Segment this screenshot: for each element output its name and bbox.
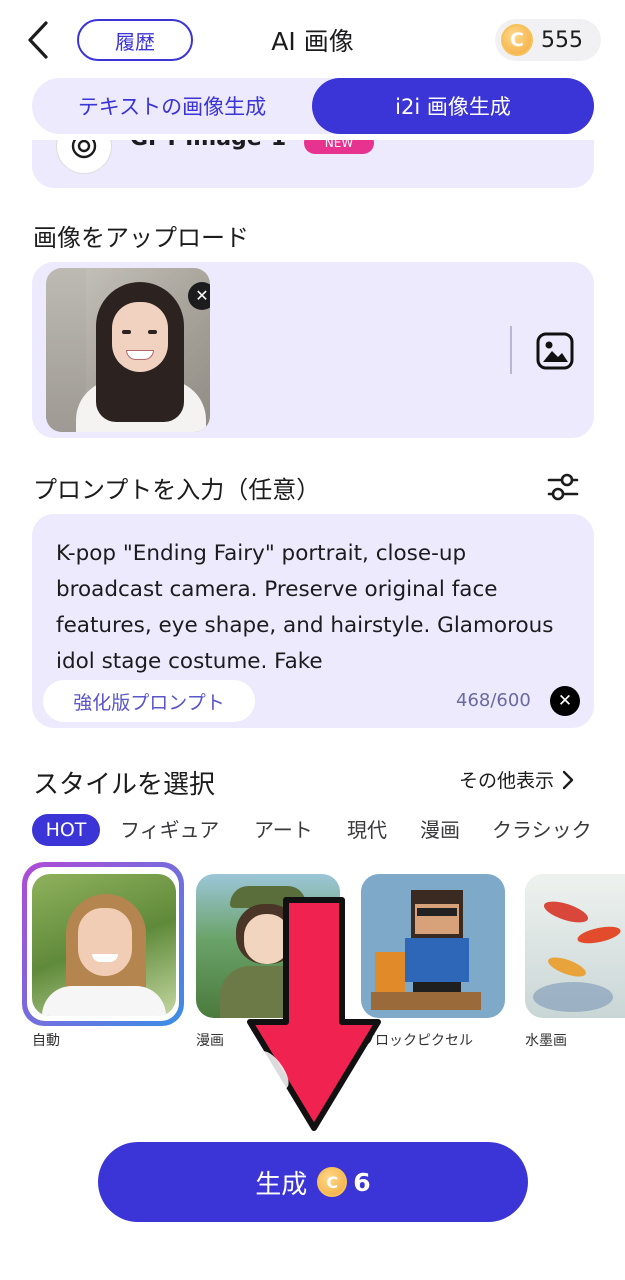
style-label: 水墨画 (525, 1033, 567, 1049)
category-tab-figure[interactable]: フィギュア (120, 814, 219, 843)
prompt-section-title: プロンプトを入力（任意） (33, 476, 321, 504)
divider (510, 326, 512, 374)
category-tab-hot[interactable]: HOT (32, 814, 100, 846)
more-styles-link[interactable]: その他表示 (459, 766, 574, 793)
enhance-prompt-button[interactable]: 強化版プロンプト (43, 680, 255, 722)
chevron-left-icon (28, 21, 48, 59)
category-tab-classic[interactable]: クラシック (492, 814, 592, 843)
coin-icon: C (317, 1167, 348, 1197)
tab-image-to-image[interactable]: i2i 画像生成 (312, 78, 594, 134)
prompt-settings-button[interactable] (544, 468, 582, 506)
upload-section-title: 画像をアップロード (33, 224, 249, 252)
header: 履歴 AI 画像 C 555 (0, 0, 625, 80)
style-carousel: 自動 漫画 ブロックピクセル 水墨画 (0, 860, 625, 1060)
category-tab-modern[interactable]: 現代 (347, 814, 387, 843)
style-label: ブロックピクセル (361, 1033, 473, 1049)
history-button[interactable]: 履歴 (77, 19, 193, 61)
generate-cost: 6 (353, 1167, 371, 1197)
model-name: GPT-Image-1 (130, 140, 286, 151)
more-styles-label: その他表示 (459, 770, 555, 792)
prompt-card: K-pop "Ending Fairy" portrait, close-up … (32, 514, 594, 728)
coin-icon: C (501, 24, 533, 56)
coin-count: 555 (541, 27, 583, 53)
image-icon (536, 332, 574, 370)
openai-icon (56, 140, 112, 174)
style-thumbnail (196, 874, 340, 1018)
style-label: 漫画 (196, 1033, 224, 1049)
generate-button[interactable]: 生成 C 6 (98, 1142, 528, 1222)
category-tab-art[interactable]: アート (254, 814, 313, 843)
upload-card: ✕ (32, 262, 594, 438)
sliders-icon (547, 473, 579, 501)
uploaded-image-thumbnail[interactable]: ✕ (46, 268, 210, 432)
style-thumbnail (32, 874, 176, 1016)
new-badge: NEW (304, 140, 374, 154)
model-selector[interactable]: GPT-Image-1 NEW (32, 140, 594, 188)
char-count: 468/600 (456, 690, 531, 711)
mode-tabs: テキストの画像生成 i2i 画像生成 (32, 78, 594, 134)
category-tab-manga[interactable]: 漫画 (420, 814, 460, 843)
tab-text-to-image[interactable]: テキストの画像生成 (32, 78, 312, 134)
gallery-button[interactable] (534, 330, 576, 372)
style-section-title: スタイルを選択 (33, 770, 216, 800)
style-category-tabs: HOT フィギュア アート 現代 漫画 クラシック (32, 810, 625, 850)
chevron-right-icon (562, 770, 574, 789)
prompt-textarea[interactable]: K-pop "Ending Fairy" portrait, close-up … (56, 536, 576, 676)
style-label: 自動 (32, 1033, 60, 1049)
back-button[interactable] (18, 16, 58, 64)
clear-prompt-button[interactable]: ✕ (550, 686, 580, 716)
coin-balance[interactable]: C 555 (495, 19, 601, 61)
close-icon[interactable]: ✕ (188, 282, 210, 310)
style-thumbnail (361, 874, 505, 1018)
close-icon: ✕ (557, 691, 573, 711)
generate-label: 生成 (255, 1169, 308, 1200)
style-thumbnail (525, 874, 625, 1018)
